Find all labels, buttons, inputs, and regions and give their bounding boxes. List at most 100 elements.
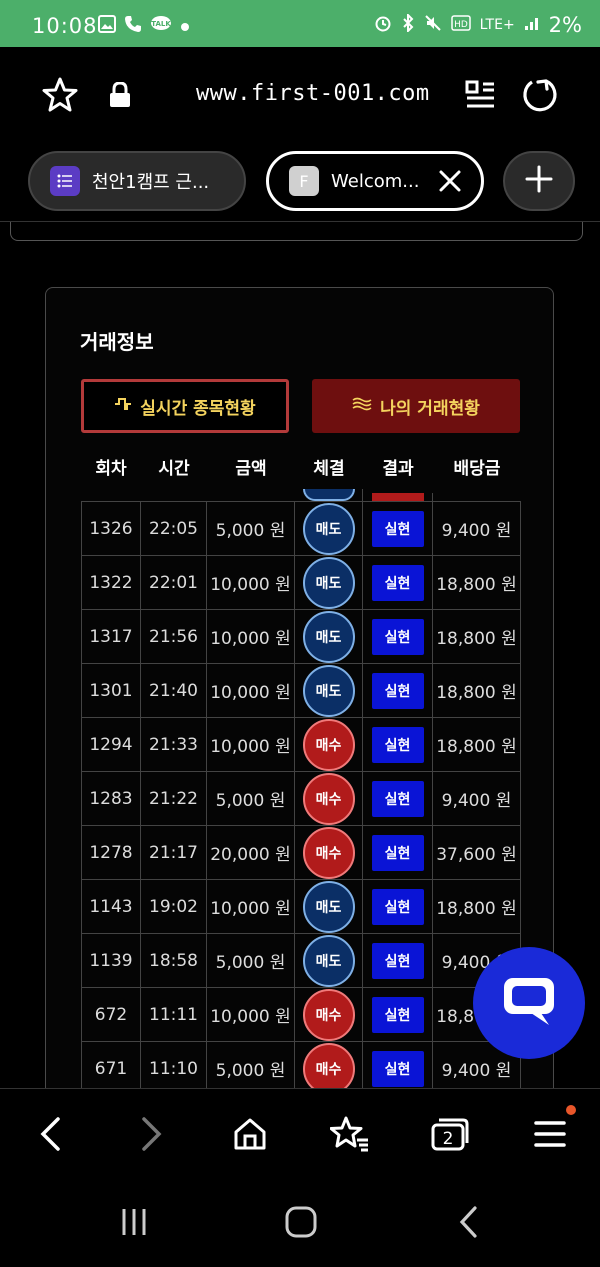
table-body[interactable]: 1326 22:05 5,000 원 매도 실현 9,400 원 1322 22:01 10,0… xyxy=(81,484,521,1088)
talk-icon: TALK xyxy=(150,15,172,38)
previous-card-edge xyxy=(10,222,583,241)
battery-level: 2% xyxy=(548,13,582,37)
bluetooth-icon xyxy=(401,12,415,37)
chat-support-button[interactable] xyxy=(473,947,585,1059)
status-system-icons: HD LTE+ 2% xyxy=(374,12,582,37)
table-row: 671 11:10 5,000 원 매수 실현 9,400 원 xyxy=(81,1042,521,1088)
system-home-icon[interactable] xyxy=(271,1198,331,1246)
amount-cell: 5,000 원 xyxy=(207,1042,295,1088)
tab-label: 천안1캠프 근... xyxy=(92,172,210,193)
bookmarks-icon[interactable] xyxy=(320,1107,380,1161)
table-row: 67211:1110,000 원매수실현18,800 원 xyxy=(81,988,521,1042)
round-cell: 1139 xyxy=(81,934,141,987)
svg-text:HD: HD xyxy=(454,20,468,30)
header-execution: 체결 xyxy=(313,458,345,479)
notification-dot xyxy=(566,1105,576,1115)
execution-cell: 매수 xyxy=(295,988,363,1041)
buy-badge: 매수 xyxy=(302,1042,355,1088)
signal-icon xyxy=(524,15,540,36)
back-icon[interactable] xyxy=(20,1107,80,1161)
amount-cell: 10,000 원 xyxy=(207,610,295,663)
address-bar: www.first-001.com xyxy=(0,47,600,147)
execution-cell: 매도 xyxy=(295,610,363,663)
amount-cell: 5,000 원 xyxy=(207,502,295,555)
result-badge: 실현 xyxy=(371,1050,424,1087)
result-badge: 실현 xyxy=(371,618,424,655)
payout-cell: 18,800 원 xyxy=(433,556,521,609)
url-text[interactable]: www.first-001.com xyxy=(196,81,430,106)
new-tab-button[interactable] xyxy=(503,151,575,211)
header-amount: 금액 xyxy=(235,458,267,479)
buy-badge: 매수 xyxy=(302,826,355,879)
reader-mode-icon[interactable] xyxy=(458,73,502,117)
realtime-status-button[interactable]: 실시간 종목현황 xyxy=(81,379,289,433)
header-time: 시간 xyxy=(158,458,190,479)
time-cell: 22:05 xyxy=(141,502,207,555)
execution-cell: 매도 xyxy=(295,502,363,555)
tab-active[interactable]: F Welcom... xyxy=(266,151,484,211)
result-cell: 실현 xyxy=(363,772,433,825)
svg-text:TALK: TALK xyxy=(151,20,171,28)
system-back-icon[interactable] xyxy=(438,1198,498,1246)
round-cell: 1278 xyxy=(81,826,141,879)
result-badge-partial xyxy=(371,493,424,501)
round-cell: 672 xyxy=(81,988,141,1041)
payout-cell: 18,800 원 xyxy=(433,664,521,717)
result-cell: 실현 xyxy=(363,610,433,663)
header-result: 결과 xyxy=(382,458,414,479)
time-cell: 21:17 xyxy=(141,826,207,879)
round-cell: 671 xyxy=(81,1042,141,1088)
list-icon xyxy=(50,166,80,196)
table-rows: 1326 22:05 5,000 원 매도 실현 9,400 원 1322 22:01 10,0… xyxy=(81,502,521,1088)
time-cell: 11:11 xyxy=(141,988,207,1041)
amount-cell: 10,000 원 xyxy=(207,988,295,1041)
menu-icon[interactable] xyxy=(520,1107,580,1161)
payout-cell: 18,800 원 xyxy=(433,880,521,933)
browser-toolbar: 2 xyxy=(0,1088,600,1178)
execution-cell: 매도 xyxy=(295,880,363,933)
table-row: 1139 18:58 5,000 원 매도 실현 9,400 원 xyxy=(81,934,521,988)
tab-bar: 천안1캠프 근... F Welcom... xyxy=(0,147,600,222)
forward-icon[interactable] xyxy=(122,1107,182,1161)
result-cell: 실현 xyxy=(363,826,433,879)
time-cell: 21:56 xyxy=(141,610,207,663)
dot-icon xyxy=(180,17,190,37)
execution-cell: 매도 xyxy=(295,664,363,717)
tab-label: Welcom... xyxy=(331,170,420,192)
result-cell: 실현 xyxy=(363,988,433,1041)
mute-icon xyxy=(424,14,442,37)
result-badge: 실현 xyxy=(371,780,424,817)
round-cell: 1322 xyxy=(81,556,141,609)
phone-icon xyxy=(124,15,142,38)
header-payout: 배당금 xyxy=(453,458,501,479)
sell-badge: 매도 xyxy=(302,556,355,609)
result-cell: 실현 xyxy=(363,556,433,609)
recent-apps-icon[interactable] xyxy=(104,1198,164,1246)
bookmark-star-icon[interactable] xyxy=(38,73,82,117)
payout-cell: 9,400 원 xyxy=(433,502,521,555)
time-cell: 11:10 xyxy=(141,1042,207,1088)
sell-badge: 매도 xyxy=(302,610,355,663)
result-badge: 실현 xyxy=(371,510,424,547)
my-trades-button[interactable]: 나의 거래현황 xyxy=(312,379,520,433)
tab-inactive[interactable]: 천안1캠프 근... xyxy=(28,151,246,211)
hd-icon: HD xyxy=(450,14,471,36)
table-row: 1317 21:56 10,000 원 매도 실현 18,800 원 xyxy=(81,610,521,664)
plus-icon xyxy=(524,164,554,198)
buy-badge: 매수 xyxy=(302,988,355,1041)
round-cell: 1317 xyxy=(81,610,141,663)
table-header: 회차 시간 금액 체결 결과 배당금 xyxy=(81,448,521,484)
result-cell: 실현 xyxy=(363,502,433,555)
lock-icon[interactable] xyxy=(106,77,134,113)
sell-badge: 매도 xyxy=(302,502,355,555)
amount-cell: 10,000 원 xyxy=(207,718,295,771)
pulse-icon xyxy=(114,396,132,416)
reload-icon[interactable] xyxy=(518,73,562,117)
trade-table: 회차 시간 금액 체결 결과 배당금 1326 22:05 5,000 원 매도… xyxy=(81,448,521,1088)
table-row-partial xyxy=(81,484,521,502)
execution-cell: 매수 xyxy=(295,826,363,879)
tabs-icon[interactable]: 2 xyxy=(420,1107,480,1161)
close-tab-icon[interactable] xyxy=(433,164,467,198)
home-icon[interactable] xyxy=(220,1107,280,1161)
result-cell: 실현 xyxy=(363,1042,433,1088)
